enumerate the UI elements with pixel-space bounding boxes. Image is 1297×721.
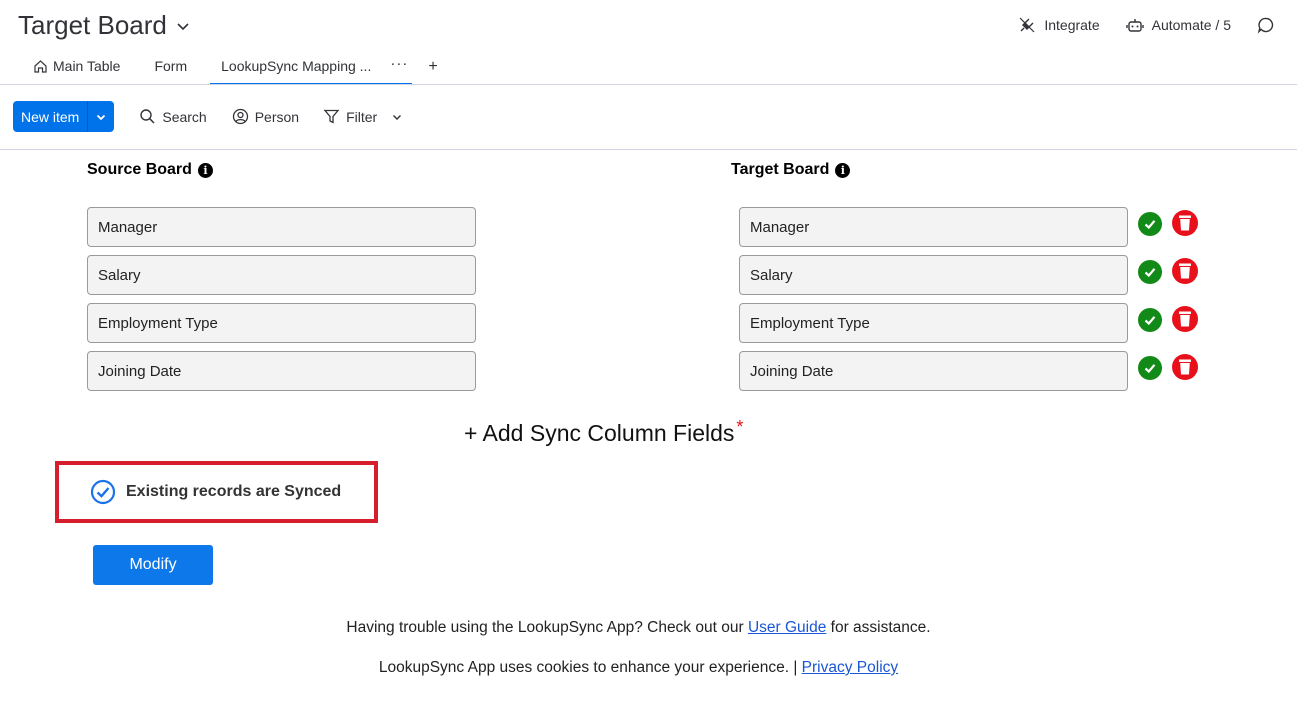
sync-status-box: Existing records are Synced — [55, 461, 378, 523]
tab-label: Form — [154, 58, 188, 74]
person-filter-button[interactable]: Person — [232, 108, 299, 125]
source-field[interactable]: Joining Date — [87, 351, 476, 391]
search-label: Search — [162, 108, 207, 125]
tab-more-options[interactable]: ··· — [382, 55, 416, 84]
filter-icon — [323, 109, 340, 124]
person-icon — [232, 108, 248, 125]
board-title[interactable]: Target Board — [18, 10, 191, 41]
privacy-policy-link[interactable]: Privacy Policy — [802, 659, 898, 676]
chevron-down-icon — [177, 22, 189, 30]
board-toolbar: New item Search Person Filter — [13, 101, 403, 132]
robot-icon — [1125, 19, 1144, 32]
cookie-footer: LookupSync App uses cookies to enhance y… — [0, 659, 1277, 677]
confirm-check-icon[interactable] — [1138, 356, 1162, 380]
required-asterisk: * — [736, 417, 744, 437]
cookie-prefix: LookupSync App uses cookies to enhance y… — [378, 659, 802, 676]
toolbar-divider — [0, 149, 1297, 150]
info-icon[interactable]: i — [197, 162, 213, 178]
person-label: Person — [254, 108, 300, 125]
info-icon[interactable]: i — [835, 162, 851, 178]
view-tabs: Main Table Form LookupSync Mapping ... ·… — [22, 55, 444, 85]
help-suffix: for assistance. — [826, 619, 931, 636]
automate-label: Automate / 5 — [1151, 17, 1231, 33]
modify-button[interactable]: Modify — [93, 545, 213, 585]
add-view-button[interactable]: + — [416, 58, 443, 84]
tab-label: Main Table — [53, 58, 121, 74]
target-field[interactable]: Employment Type — [739, 303, 1128, 343]
search-button[interactable]: Search — [139, 108, 207, 125]
target-board-heading: Target Board i — [731, 161, 851, 179]
updates-button[interactable] — [1257, 16, 1275, 34]
source-board-heading: Source Board i — [87, 161, 213, 179]
filter-button[interactable]: Filter — [323, 108, 377, 125]
delete-trash-icon[interactable] — [1172, 258, 1198, 284]
tab-label: LookupSync Mapping ... — [221, 58, 372, 74]
target-field[interactable]: Joining Date — [739, 351, 1128, 391]
help-prefix: Having trouble using the LookupSync App?… — [346, 619, 748, 636]
new-item-split-button: New item — [13, 101, 115, 132]
source-field[interactable]: Employment Type — [87, 303, 476, 343]
confirm-check-icon[interactable] — [1138, 212, 1162, 236]
confirm-check-icon[interactable] — [1138, 260, 1162, 284]
new-item-dropdown-button[interactable] — [87, 101, 114, 132]
plug-icon — [1019, 17, 1035, 33]
tab-main-table[interactable]: Main Table — [22, 58, 131, 84]
delete-trash-icon[interactable] — [1172, 210, 1198, 236]
delete-trash-icon[interactable] — [1172, 354, 1198, 380]
tabs-divider — [0, 84, 1297, 85]
board-title-text: Target Board — [18, 10, 167, 40]
integrate-button[interactable]: Integrate — [1018, 16, 1100, 34]
search-icon — [140, 109, 155, 124]
target-field[interactable]: Salary — [739, 255, 1128, 295]
chat-bubble-icon — [1257, 17, 1274, 34]
header-actions: Integrate Automate / 5 — [1018, 16, 1275, 34]
delete-trash-icon[interactable] — [1172, 306, 1198, 332]
help-footer: Having trouble using the LookupSync App?… — [0, 619, 1277, 637]
add-sync-column-fields-button[interactable]: + Add Sync Column Fields * — [464, 417, 744, 447]
tab-lookupsync-mapping[interactable]: LookupSync Mapping ... — [210, 58, 413, 85]
tab-form[interactable]: Form — [143, 58, 198, 84]
filter-label: Filter — [346, 108, 378, 125]
confirm-check-icon[interactable] — [1138, 308, 1162, 332]
integrate-label: Integrate — [1044, 17, 1100, 33]
source-field[interactable]: Manager — [87, 207, 476, 247]
user-guide-link[interactable]: User Guide — [748, 619, 826, 636]
sync-status-text: Existing records are Synced — [126, 483, 342, 500]
chevron-down-icon — [97, 114, 106, 120]
source-field[interactable]: Salary — [87, 255, 476, 295]
source-heading-text: Source Board — [87, 161, 192, 178]
home-icon — [34, 59, 47, 73]
check-circle-icon — [90, 479, 116, 505]
automate-button[interactable]: Automate / 5 — [1125, 16, 1231, 34]
add-sync-label: + Add Sync Column Fields — [464, 420, 735, 446]
target-heading-text: Target Board — [731, 161, 830, 178]
target-field[interactable]: Manager — [739, 207, 1128, 247]
new-item-button[interactable]: New item — [13, 101, 87, 132]
filter-dropdown-icon[interactable] — [391, 111, 403, 123]
